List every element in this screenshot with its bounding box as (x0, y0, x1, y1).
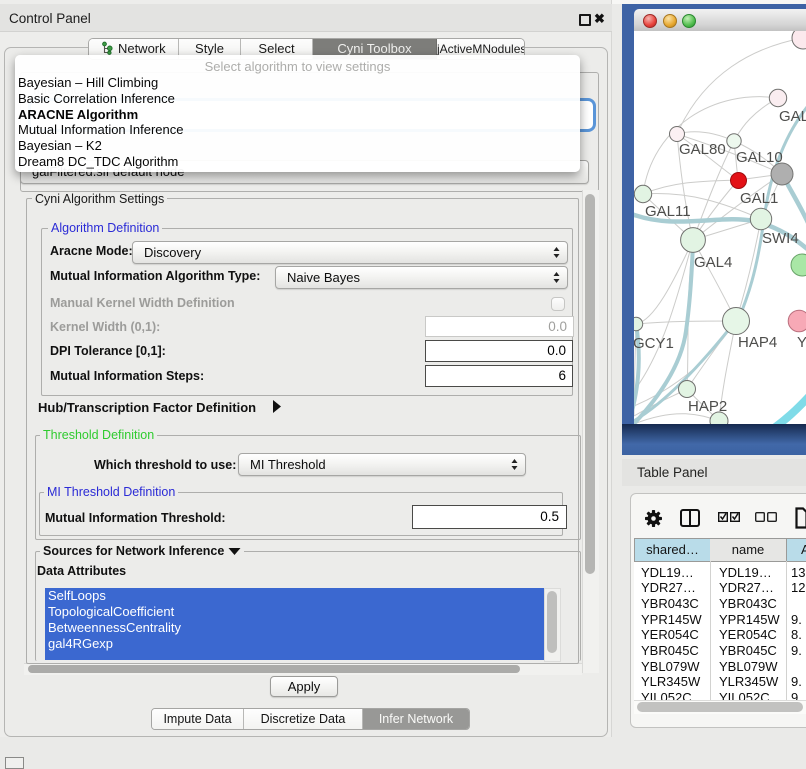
svg-text:GAL1: GAL1 (740, 190, 778, 207)
svg-text:GAL10: GAL10 (736, 149, 783, 166)
svg-text:GAL11: GAL11 (645, 203, 691, 220)
svg-text:GCY1: GCY1 (634, 335, 674, 352)
svg-text:HAP2: HAP2 (688, 398, 727, 415)
svg-text:GAL4: GAL4 (694, 254, 732, 271)
svg-text:Y: Y (797, 334, 806, 351)
svg-text:SWI4: SWI4 (762, 230, 799, 247)
svg-text:GAL7: GAL7 (779, 108, 806, 125)
svg-text:HAP4: HAP4 (738, 334, 777, 351)
svg-text:GAL80: GAL80 (679, 141, 726, 158)
